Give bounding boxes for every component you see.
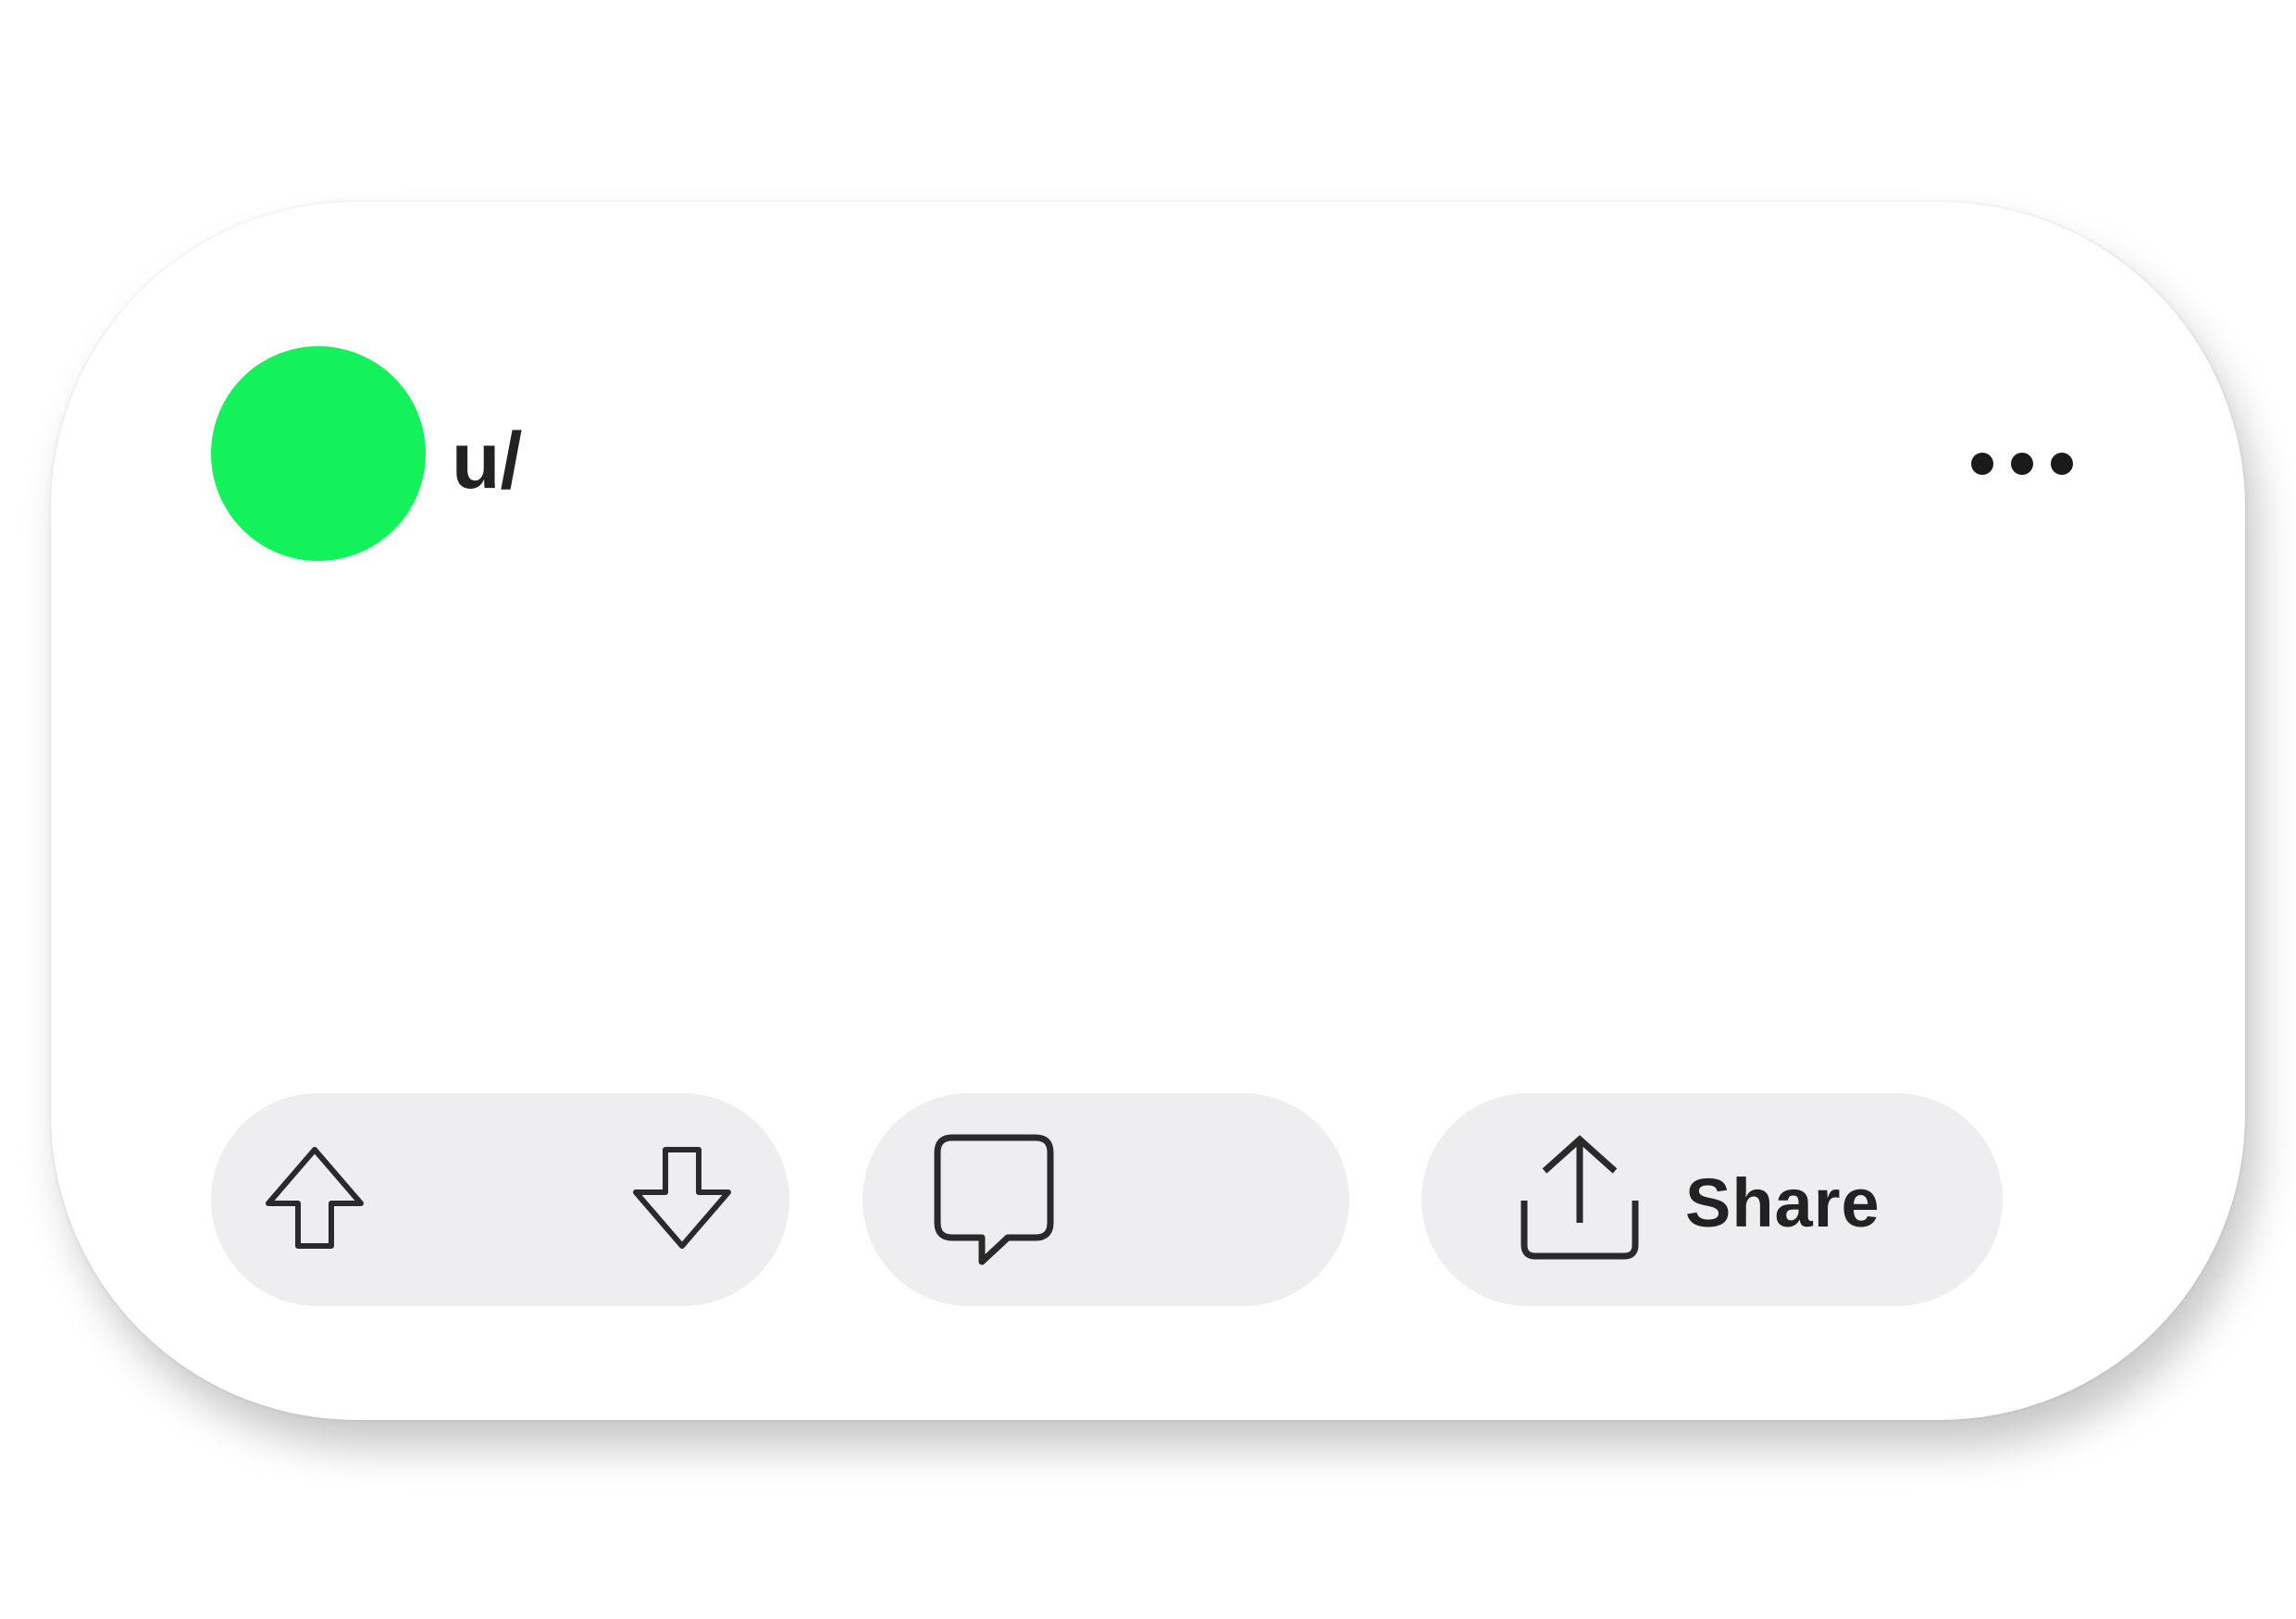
upvote-button[interactable]	[265, 1146, 365, 1250]
more-horizontal-icon	[1971, 453, 1993, 475]
more-horizontal-icon	[2051, 453, 2073, 475]
canvas: u/ Share	[0, 0, 2296, 1619]
vote-bar	[211, 1093, 789, 1306]
avatar[interactable]	[211, 346, 426, 561]
share-upload-icon	[1517, 1134, 1643, 1264]
comments-button[interactable]	[863, 1093, 1349, 1306]
arrow-down-icon	[633, 1147, 731, 1249]
comment-bubble-icon	[932, 1132, 1058, 1271]
more-options-button[interactable]	[1971, 444, 2073, 483]
more-horizontal-icon	[2011, 453, 2033, 475]
author-username[interactable]: u/	[452, 421, 522, 501]
arrow-up-icon	[266, 1147, 364, 1249]
share-label: Share	[1685, 1164, 1880, 1241]
share-button[interactable]: Share	[1421, 1093, 2003, 1306]
downvote-button[interactable]	[632, 1146, 732, 1250]
